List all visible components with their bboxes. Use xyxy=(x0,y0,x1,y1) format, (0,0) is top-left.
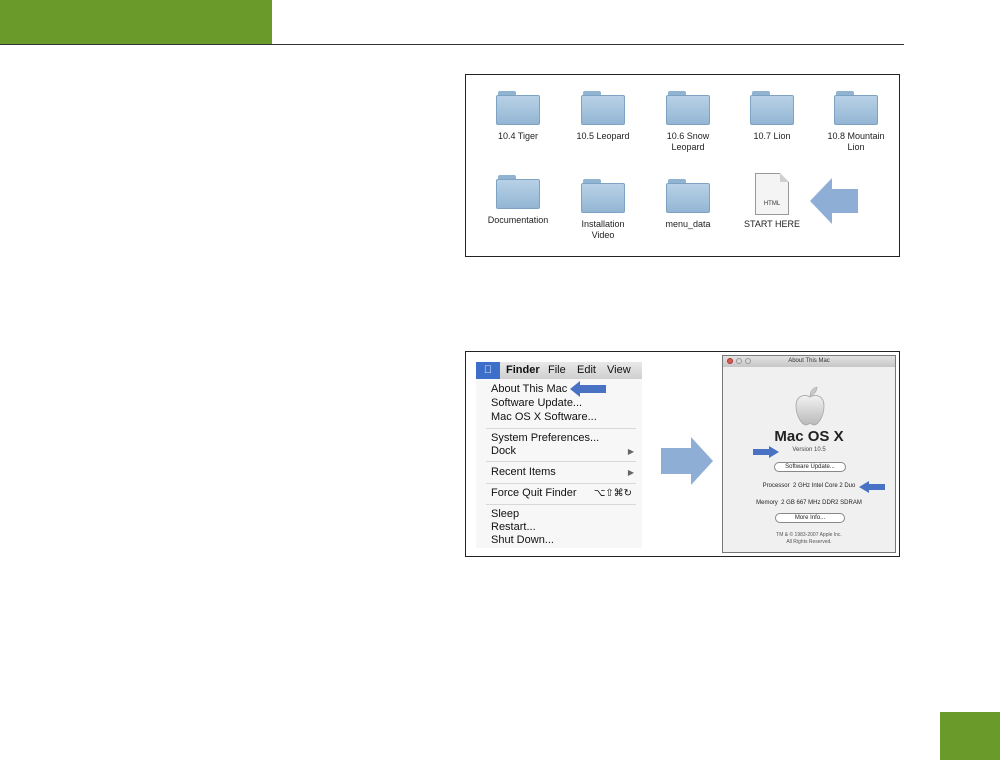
menubar:  Finder File Edit View xyxy=(476,362,642,379)
folder-icon xyxy=(581,179,625,213)
folder-label: 10.6 Snow Leopard xyxy=(666,131,710,152)
header-rule xyxy=(0,44,904,45)
folder-icon xyxy=(834,91,878,125)
processor-label: Processor xyxy=(762,483,790,489)
folder-10-6[interactable]: 10.6 Snow Leopard xyxy=(648,91,728,153)
folder-icon xyxy=(496,91,540,125)
folder-label: menu_data xyxy=(665,219,711,229)
apple-logo-icon xyxy=(795,386,825,426)
menubar-edit[interactable]: Edit xyxy=(577,364,596,376)
left-arrow-icon xyxy=(570,381,606,397)
menu-item-recent-items[interactable]: Recent Items xyxy=(491,466,556,478)
folder-icon xyxy=(581,91,625,125)
os-name: Mac OS X xyxy=(774,428,844,445)
force-quit-shortcut: ⌥⇧⌘↻ xyxy=(593,488,632,499)
copyright: TM & © 1983-2007 Apple Inc. xyxy=(776,532,842,538)
header-tab xyxy=(0,0,272,45)
memory-label: Memory xyxy=(756,500,778,506)
folder-icon xyxy=(496,175,540,209)
folder-installation-video[interactable]: Installation Video xyxy=(563,179,643,241)
submenu-arrow-icon: ▶ xyxy=(627,447,634,456)
more-info-button[interactable]: More Info... xyxy=(775,513,845,523)
rights: All Rights Reserved. xyxy=(786,539,832,545)
folder-label: 10.4 Tiger xyxy=(497,131,539,141)
start-here-file[interactable]: HTML START HERE xyxy=(732,173,812,230)
memory-line: Memory 2 GB 667 MHz DDR2 SDRAM xyxy=(723,500,895,506)
folder-label: Documentation xyxy=(487,215,549,225)
file-label: START HERE xyxy=(743,219,800,229)
menu-item-about[interactable]: About This Mac xyxy=(491,383,567,395)
menu-item-dock[interactable]: Dock xyxy=(491,445,516,457)
menubar-file[interactable]: File xyxy=(548,364,566,376)
folder-10-8[interactable]: 10.8 Mountain Lion xyxy=(816,91,896,153)
minimize-icon[interactable] xyxy=(736,358,742,364)
menu-separator xyxy=(486,483,636,484)
right-arrow-icon xyxy=(753,446,779,458)
apple-icon[interactable]:  xyxy=(476,362,500,379)
processor-value: 2 GHz Intel Core 2 Duo xyxy=(792,483,856,489)
about-this-mac-window: About This Mac Mac OS X Version 10.5 Sof… xyxy=(722,355,896,553)
memory-value: 2 GB 667 MHz DDR2 SDRAM xyxy=(781,500,862,506)
folder-label: 10.7 Lion xyxy=(753,131,791,141)
folder-10-7[interactable]: 10.7 Lion xyxy=(732,91,812,142)
apple-menu:  Finder File Edit View About This Mac S… xyxy=(476,362,642,548)
folder-icon xyxy=(750,91,794,125)
menu-item-restart[interactable]: Restart... xyxy=(491,521,536,533)
menu-separator xyxy=(486,428,636,429)
submenu-arrow-icon: ▶ xyxy=(627,468,634,477)
folder-menu-data[interactable]: menu_data xyxy=(648,179,728,230)
left-arrow-icon xyxy=(810,178,858,224)
folder-label: Installation Video xyxy=(581,219,625,240)
left-arrow-icon xyxy=(859,481,885,493)
html-badge: HTML xyxy=(763,201,781,207)
close-icon[interactable] xyxy=(727,358,733,364)
zoom-icon[interactable] xyxy=(745,358,751,364)
software-update-button[interactable]: Software Update... xyxy=(774,462,846,472)
menu-item-system-preferences[interactable]: System Preferences... xyxy=(491,432,599,444)
page-number-box xyxy=(940,712,1000,760)
about-mac-figure:  Finder File Edit View About This Mac S… xyxy=(465,351,900,557)
menu-item-software-update[interactable]: Software Update... xyxy=(491,397,582,409)
folder-label: 10.5 Leopard xyxy=(576,131,630,141)
os-version: Version 10.5 xyxy=(792,447,826,453)
menu-item-sleep[interactable]: Sleep xyxy=(491,508,519,520)
menubar-finder[interactable]: Finder xyxy=(506,364,540,376)
menu-item-shut-down[interactable]: Shut Down... xyxy=(491,534,554,546)
folder-label: 10.8 Mountain Lion xyxy=(827,131,885,152)
finder-figure: 10.4 Tiger 10.5 Leopard 10.6 Snow Leopar… xyxy=(465,74,900,257)
menu-item-force-quit[interactable]: Force Quit Finder xyxy=(491,487,577,499)
menu-item-mac-os-x-software[interactable]: Mac OS X Software... xyxy=(491,411,597,423)
folder-10-4[interactable]: 10.4 Tiger xyxy=(478,91,558,142)
menu-separator xyxy=(486,461,636,462)
folder-icon xyxy=(666,91,710,125)
folder-documentation[interactable]: Documentation xyxy=(478,175,558,226)
html-file-icon: HTML xyxy=(755,173,789,215)
right-arrow-icon xyxy=(661,437,713,485)
menu-separator xyxy=(486,504,636,505)
folder-10-5[interactable]: 10.5 Leopard xyxy=(563,91,643,142)
menubar-view[interactable]: View xyxy=(607,364,631,376)
folder-icon xyxy=(666,179,710,213)
